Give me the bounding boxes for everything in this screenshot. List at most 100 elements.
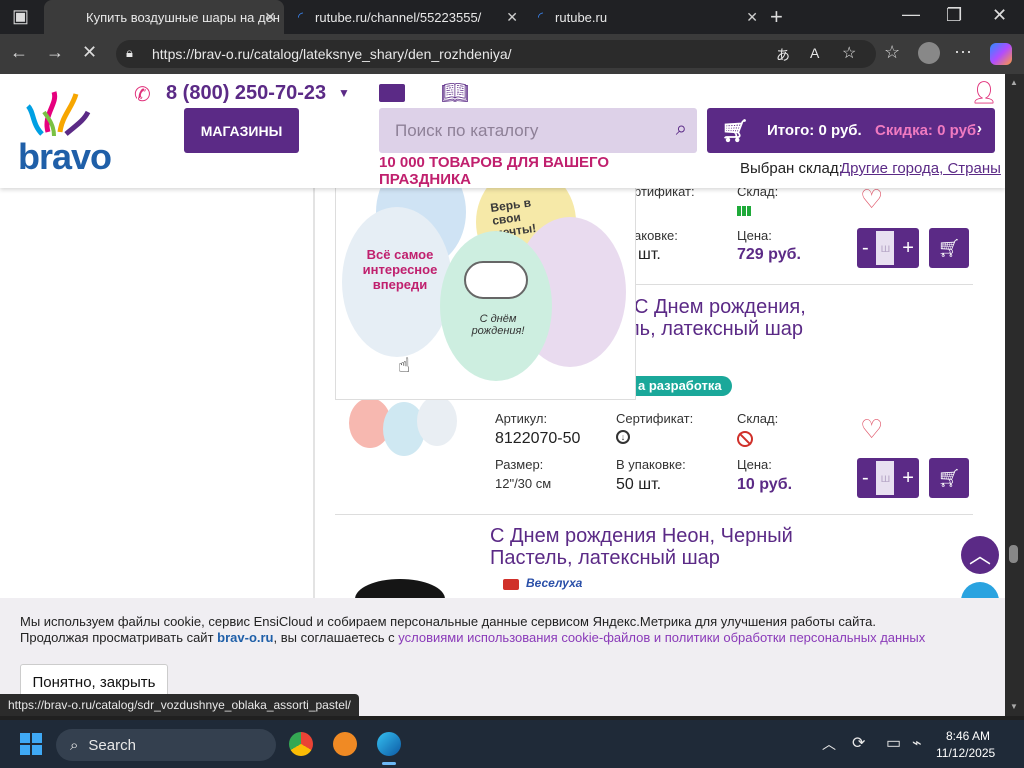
edge-app-icon[interactable] (377, 732, 401, 756)
card-icon[interactable] (379, 84, 405, 102)
chevron-down-icon[interactable]: ▼ (338, 86, 350, 100)
sidebar-divider (313, 188, 315, 618)
cloud-icon (464, 261, 528, 299)
loading-icon: ◜ (298, 9, 304, 24)
back-icon[interactable]: ← (10, 42, 28, 63)
stock-level-icon (737, 206, 751, 216)
search-icon[interactable]: ⌕ (676, 118, 687, 141)
cart-icon: 🛒︎ (937, 467, 961, 488)
plus-icon[interactable]: + (902, 237, 914, 260)
new-tab-icon[interactable]: + (770, 4, 783, 30)
chrome-app-icon[interactable] (289, 732, 313, 756)
size-value: 12"/30 см (495, 476, 552, 491)
balloon-thumb (417, 396, 457, 446)
tab-rutube-channel[interactable]: ◜ rutube.ru/channel/55223555/ ✕ (286, 0, 526, 34)
sidebar-toggle-icon[interactable]: ▣ (12, 6, 29, 27)
catalog-search-input[interactable]: Поиск по каталогу ⌕ (379, 108, 697, 153)
minimize-icon[interactable]: — (902, 4, 920, 25)
chevron-right-icon: › (977, 120, 982, 137)
logo-text: bravo (18, 136, 112, 177)
product-title-line: Пастель, латексный шар (490, 547, 720, 569)
product-title-line: С Днем рождения Неон, Черный (490, 525, 793, 547)
balloon-caption: С днём рождения! (471, 313, 525, 337)
tab-title: Купить воздушные шары на ден (86, 9, 280, 25)
copilot-icon[interactable] (990, 43, 1012, 65)
close-tab-icon[interactable]: ✕ (746, 9, 758, 26)
add-to-cart-button[interactable]: 🛒︎ (929, 228, 969, 268)
warehouse-link[interactable]: Другие города, Страны (840, 160, 1001, 177)
product-divider (335, 514, 973, 515)
heart-icon[interactable]: ♡ (860, 414, 883, 445)
cert-label: Сертификат: (616, 411, 694, 426)
tab-title: rutube.ru (555, 9, 608, 25)
product-title[interactable]: С Днем рождения, ль, латексный шар (628, 296, 806, 340)
site-info-icon[interactable]: 🔒︎ (126, 45, 133, 61)
favorite-star-icon[interactable]: ☆ (842, 43, 856, 63)
quantity-stepper[interactable]: - ш + (857, 458, 919, 498)
scroll-top-button[interactable]: ︿ (961, 536, 999, 574)
product-thumbnail[interactable] (345, 394, 460, 456)
clock-date[interactable]: 11/12/2025 (936, 746, 995, 760)
profile-avatar-icon[interactable] (918, 42, 940, 64)
page-scrollbar[interactable]: ▲ ▼ (1005, 74, 1024, 716)
app-icon[interactable] (333, 732, 357, 756)
cart-summary-button[interactable]: 🛒︎ Итого: 0 руб. Скидка: 0 руб. › (707, 108, 995, 153)
cookie-policy-link[interactable]: условиями использования cookie-файлов и … (398, 630, 925, 645)
brand-logo: Веселуха (526, 576, 583, 590)
stores-button[interactable]: МАГАЗИНЫ (184, 108, 299, 153)
cookie-text-line1: Мы используем файлы cookie, сервис EnsiC… (20, 614, 877, 629)
scroll-down-icon[interactable]: ▼ (1010, 702, 1018, 711)
url-text: https://brav-o.ru/catalog/lateksnye_shar… (152, 46, 512, 62)
active-app-indicator (382, 762, 396, 765)
chevron-up-icon[interactable]: ︿ (822, 734, 836, 754)
display-icon[interactable]: ▭ (886, 733, 901, 753)
quantity-stepper[interactable]: - ш + (857, 228, 919, 268)
translate-icon[interactable]: あ (776, 45, 790, 65)
more-menu-icon[interactable]: ⋯ (954, 42, 972, 63)
status-url-tooltip: https://brav-o.ru/catalog/sdr_vozdushnye… (0, 694, 359, 716)
minus-icon[interactable]: - (862, 237, 869, 260)
forward-icon[interactable]: → (46, 42, 64, 63)
sync-icon[interactable]: ⟳ (852, 733, 865, 753)
price-value: 729 руб. (737, 246, 801, 263)
heart-icon[interactable]: ♡ (860, 184, 883, 215)
read-aloud-icon[interactable]: A (810, 45, 819, 61)
tab-bravo[interactable]: Купить воздушные шары на ден ✕ (44, 0, 284, 34)
quantity-input[interactable]: ш (876, 461, 895, 495)
product-badge: а разработка (628, 376, 732, 396)
phone-number[interactable]: 8 (800) 250-70-23 (166, 82, 326, 105)
cart-discount: Скидка: 0 руб. (875, 122, 981, 139)
article-label: Артикул: (495, 411, 548, 426)
add-to-cart-button[interactable]: 🛒︎ (929, 458, 969, 498)
taskbar-search[interactable]: ⌕ Search (56, 729, 276, 761)
plus-icon[interactable]: + (902, 467, 914, 490)
url-field[interactable]: 🔒︎ https://brav-o.ru/catalog/lateksnye_s… (116, 40, 876, 68)
size-label: Размер: (495, 457, 544, 472)
windows-taskbar: ⌕ Search ︿ ⟳ ▭ ⌁ 8:46 AM 11/12/2025 (0, 720, 1024, 768)
scrollbar-thumb[interactable] (1009, 545, 1018, 563)
phone-icon: ✆ (134, 84, 151, 106)
hand-cursor-icon: ☝︎ (398, 355, 411, 377)
balloon-image: Всё самое интересное впереди (342, 207, 452, 357)
windows-start-icon[interactable] (20, 733, 42, 755)
network-icon[interactable]: ⌁ (912, 733, 922, 753)
maximize-icon[interactable]: ❐ (946, 5, 962, 26)
certificate-download-icon[interactable]: ↓ (616, 430, 630, 444)
stop-loading-icon[interactable]: ✕ (82, 42, 97, 63)
clock-time[interactable]: 8:46 AM (946, 729, 990, 743)
tab-rutube[interactable]: ◜ rutube.ru ✕ (526, 0, 766, 34)
user-icon[interactable]: 👤︎ (970, 80, 998, 106)
product-image-preview[interactable]: Верь в свои мечты! Всё самое интересное … (335, 186, 636, 400)
close-window-icon[interactable]: ✕ (992, 5, 1007, 26)
minus-icon[interactable]: - (862, 467, 869, 490)
logo[interactable]: bravo (18, 84, 112, 177)
close-tab-icon[interactable]: ✕ (506, 9, 518, 26)
scroll-up-icon[interactable]: ▲ (1010, 78, 1018, 87)
price-label: Цена: (737, 228, 772, 243)
product-title[interactable]: С Днем рождения Неон, Черный Пастель, ла… (490, 525, 793, 569)
quantity-input[interactable]: ш (876, 231, 895, 265)
catalog-book-icon[interactable]: 📖︎ (441, 80, 469, 106)
pack-value: 50 шт. (616, 476, 662, 493)
close-tab-icon[interactable]: ✕ (264, 9, 276, 26)
favorites-icon[interactable]: ☆ (884, 42, 900, 63)
